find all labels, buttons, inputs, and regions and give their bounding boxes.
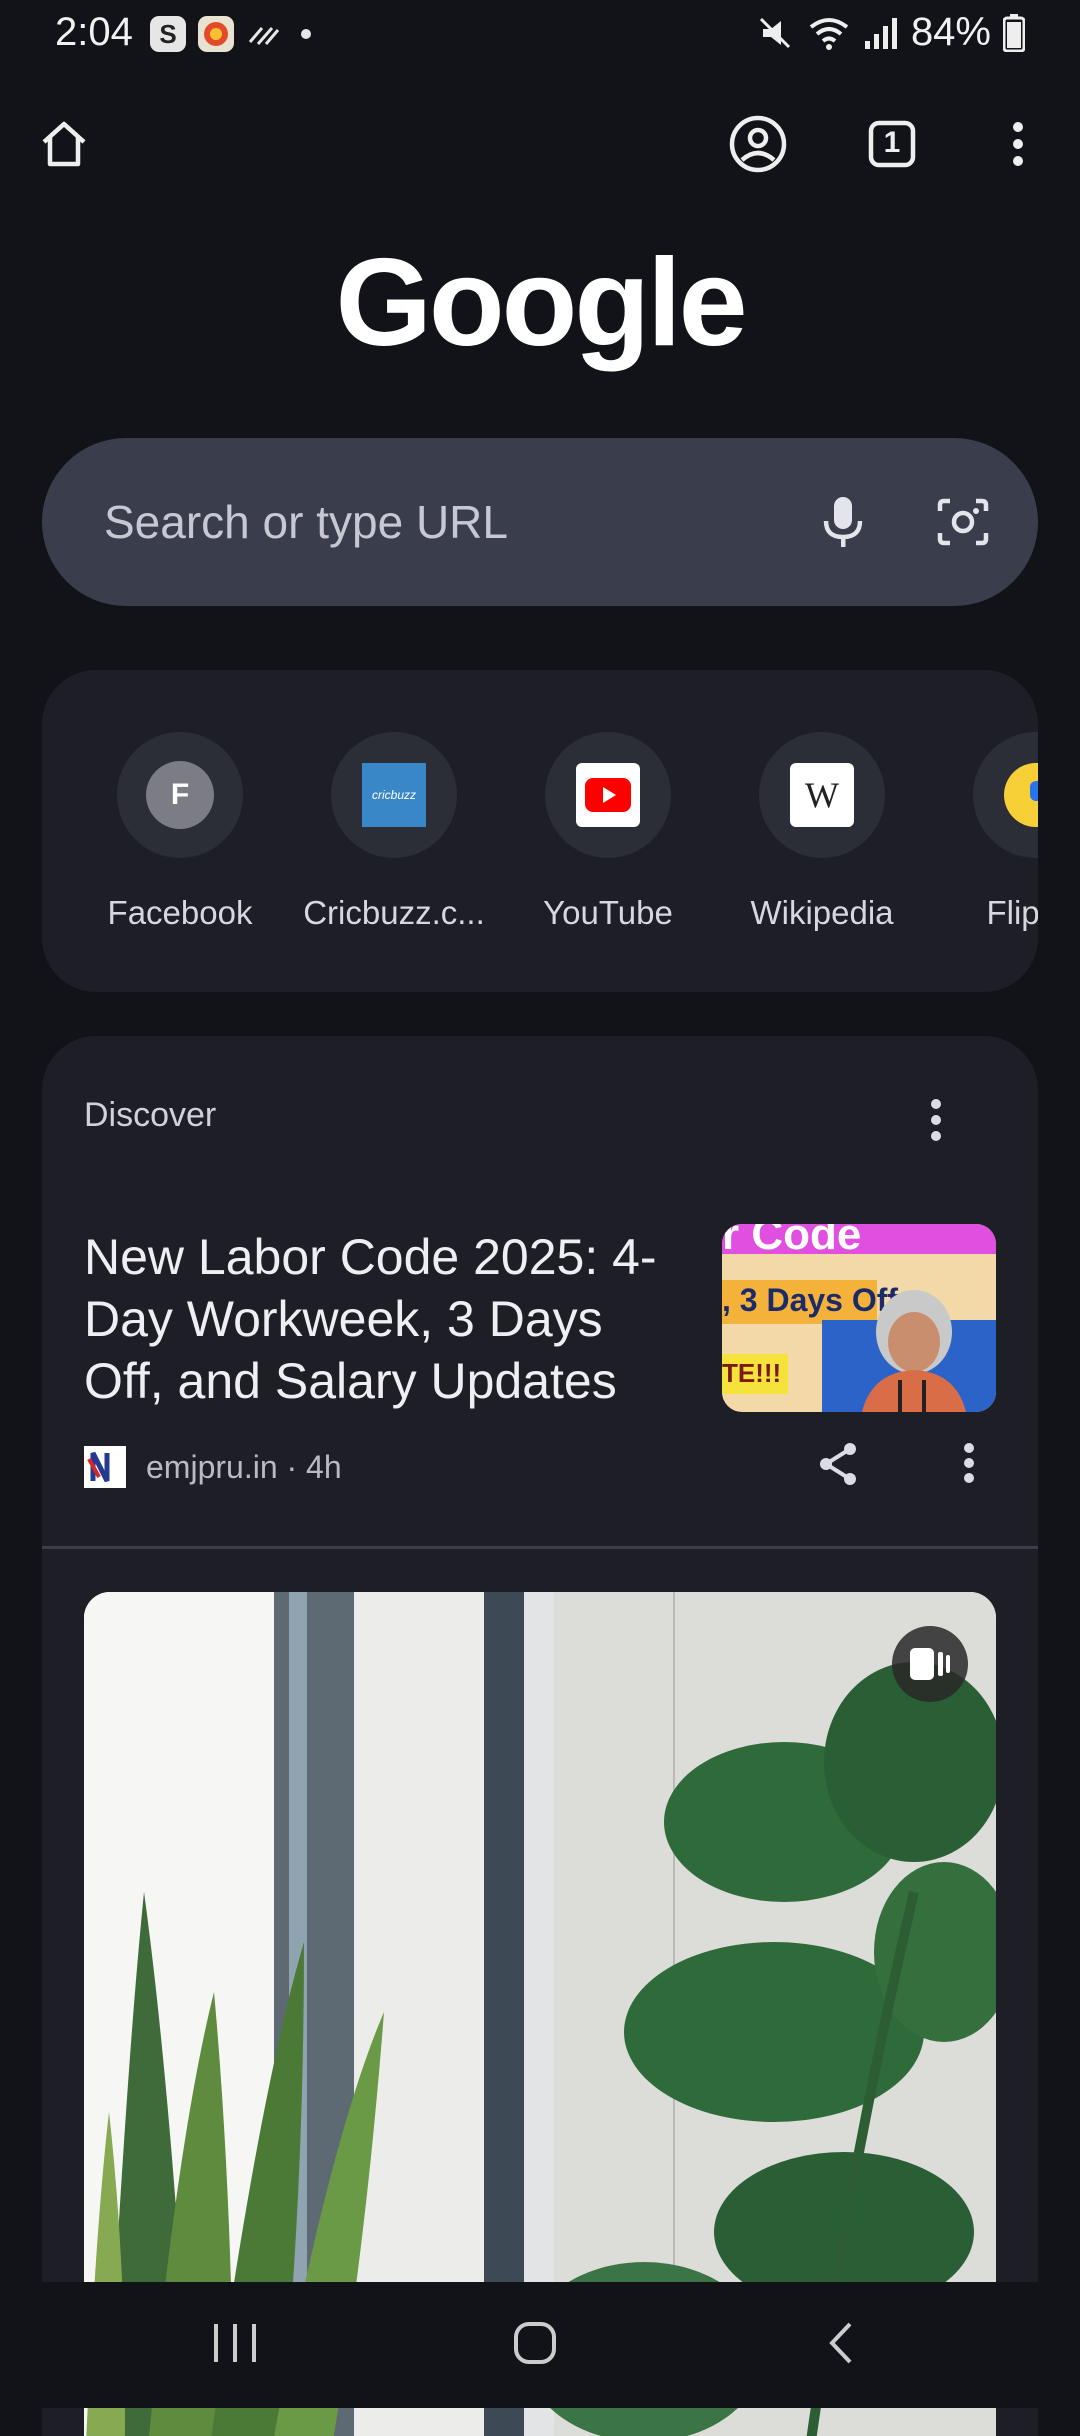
nav-home-button[interactable] xyxy=(506,2314,566,2374)
more-vert-icon xyxy=(962,1442,976,1484)
notification-icons: S xyxy=(150,16,318,52)
tab-switcher-button[interactable]: 1 xyxy=(850,102,934,186)
recents-button[interactable] xyxy=(200,2314,270,2374)
home-icon xyxy=(38,118,90,170)
story-badge[interactable] xyxy=(892,1626,968,1702)
back-icon xyxy=(812,2314,872,2374)
youtube-favicon xyxy=(576,763,640,827)
signal-icon xyxy=(863,15,899,51)
tab-switcher-icon: 1 xyxy=(868,120,916,168)
game-app-icon xyxy=(198,16,234,52)
person-illustration xyxy=(822,1290,996,1412)
discover-menu-button[interactable] xyxy=(928,1098,944,1142)
article-menu-button[interactable] xyxy=(962,1442,976,1484)
share-icon xyxy=(816,1440,860,1488)
divider xyxy=(42,1546,1038,1549)
search-box[interactable]: Search or type URL xyxy=(42,438,1038,606)
mute-icon xyxy=(755,13,795,53)
shortcut-youtube[interactable]: YouTube xyxy=(508,732,708,932)
story-icon xyxy=(908,1644,952,1684)
system-status: 84% xyxy=(755,10,1025,55)
dot-icon xyxy=(294,22,318,46)
shortcut-label: Facebook xyxy=(107,894,253,931)
more-menu-button[interactable] xyxy=(976,102,1060,186)
thumb-text-top: r Code xyxy=(722,1224,862,1259)
account-icon xyxy=(728,114,788,174)
voice-search-button[interactable] xyxy=(798,477,888,567)
article-headline[interactable]: New Labor Code 2025: 4-Day Workweek, 3 D… xyxy=(84,1226,684,1412)
thumb-text-bottom: TE!!! xyxy=(722,1358,782,1388)
article-source: emjpru.in · 4h xyxy=(146,1448,342,1485)
publisher-logo xyxy=(84,1446,126,1488)
shortcut-label: Flipkar xyxy=(986,894,1038,931)
account-button[interactable] xyxy=(716,102,800,186)
facebook-initial: F xyxy=(170,778,190,811)
shortcut-flipkart[interactable]: Flipkar xyxy=(936,732,1038,932)
facebook-favicon: F xyxy=(146,761,214,829)
system-navigation-bar xyxy=(0,2282,1080,2408)
shortcut-facebook[interactable]: F Facebook xyxy=(80,732,280,932)
shortcut-label: YouTube xyxy=(543,894,673,931)
mic-icon xyxy=(821,495,865,549)
wifi-icon xyxy=(807,13,851,53)
google-logo: Google xyxy=(335,234,747,372)
wikipedia-favicon-text: W xyxy=(805,775,839,815)
article-source-row: emjpru.in · 4h xyxy=(84,1446,342,1488)
flipkart-favicon xyxy=(1004,763,1038,827)
s-app-icon: S xyxy=(150,16,186,52)
back-button[interactable] xyxy=(812,2314,872,2374)
wind-icon xyxy=(246,18,282,50)
lens-search-button[interactable] xyxy=(918,477,1008,567)
shortcut-cricbuzz[interactable]: cricbuzz Cricbuzz.c... xyxy=(294,732,494,932)
shortcut-wikipedia[interactable]: W Wikipedia xyxy=(722,732,922,932)
battery-percent: 84% xyxy=(910,10,991,54)
lens-icon xyxy=(936,497,990,547)
battery-icon xyxy=(1003,13,1025,52)
share-button[interactable] xyxy=(816,1440,860,1488)
wikipedia-favicon: W xyxy=(790,763,854,827)
discover-title: Discover xyxy=(84,1096,217,1134)
article-thumbnail[interactable]: r Code , 3 Days Off TE!!! xyxy=(722,1224,996,1412)
shortcut-label: Cricbuzz.c... xyxy=(303,894,485,931)
status-time: 2:04 xyxy=(55,10,133,54)
search-input[interactable]: Search or type URL xyxy=(104,495,798,549)
shortcuts-panel: F Facebook cricbuzz Cricbuzz.c... YouTub… xyxy=(42,670,1038,992)
more-vert-icon xyxy=(928,1098,944,1142)
cricbuzz-favicon: cricbuzz xyxy=(362,763,426,827)
more-vert-icon xyxy=(1008,120,1028,168)
discover-feed: Discover New Labor Code 2025: 4-Day Work… xyxy=(42,1036,1038,2436)
shortcut-label: Wikipedia xyxy=(750,894,894,931)
cricbuzz-favicon-text: cricbuzz xyxy=(371,788,416,802)
tab-count: 1 xyxy=(883,126,901,159)
recents-icon xyxy=(200,2314,270,2374)
home-button[interactable] xyxy=(22,102,106,186)
home-circle-icon xyxy=(506,2314,566,2374)
